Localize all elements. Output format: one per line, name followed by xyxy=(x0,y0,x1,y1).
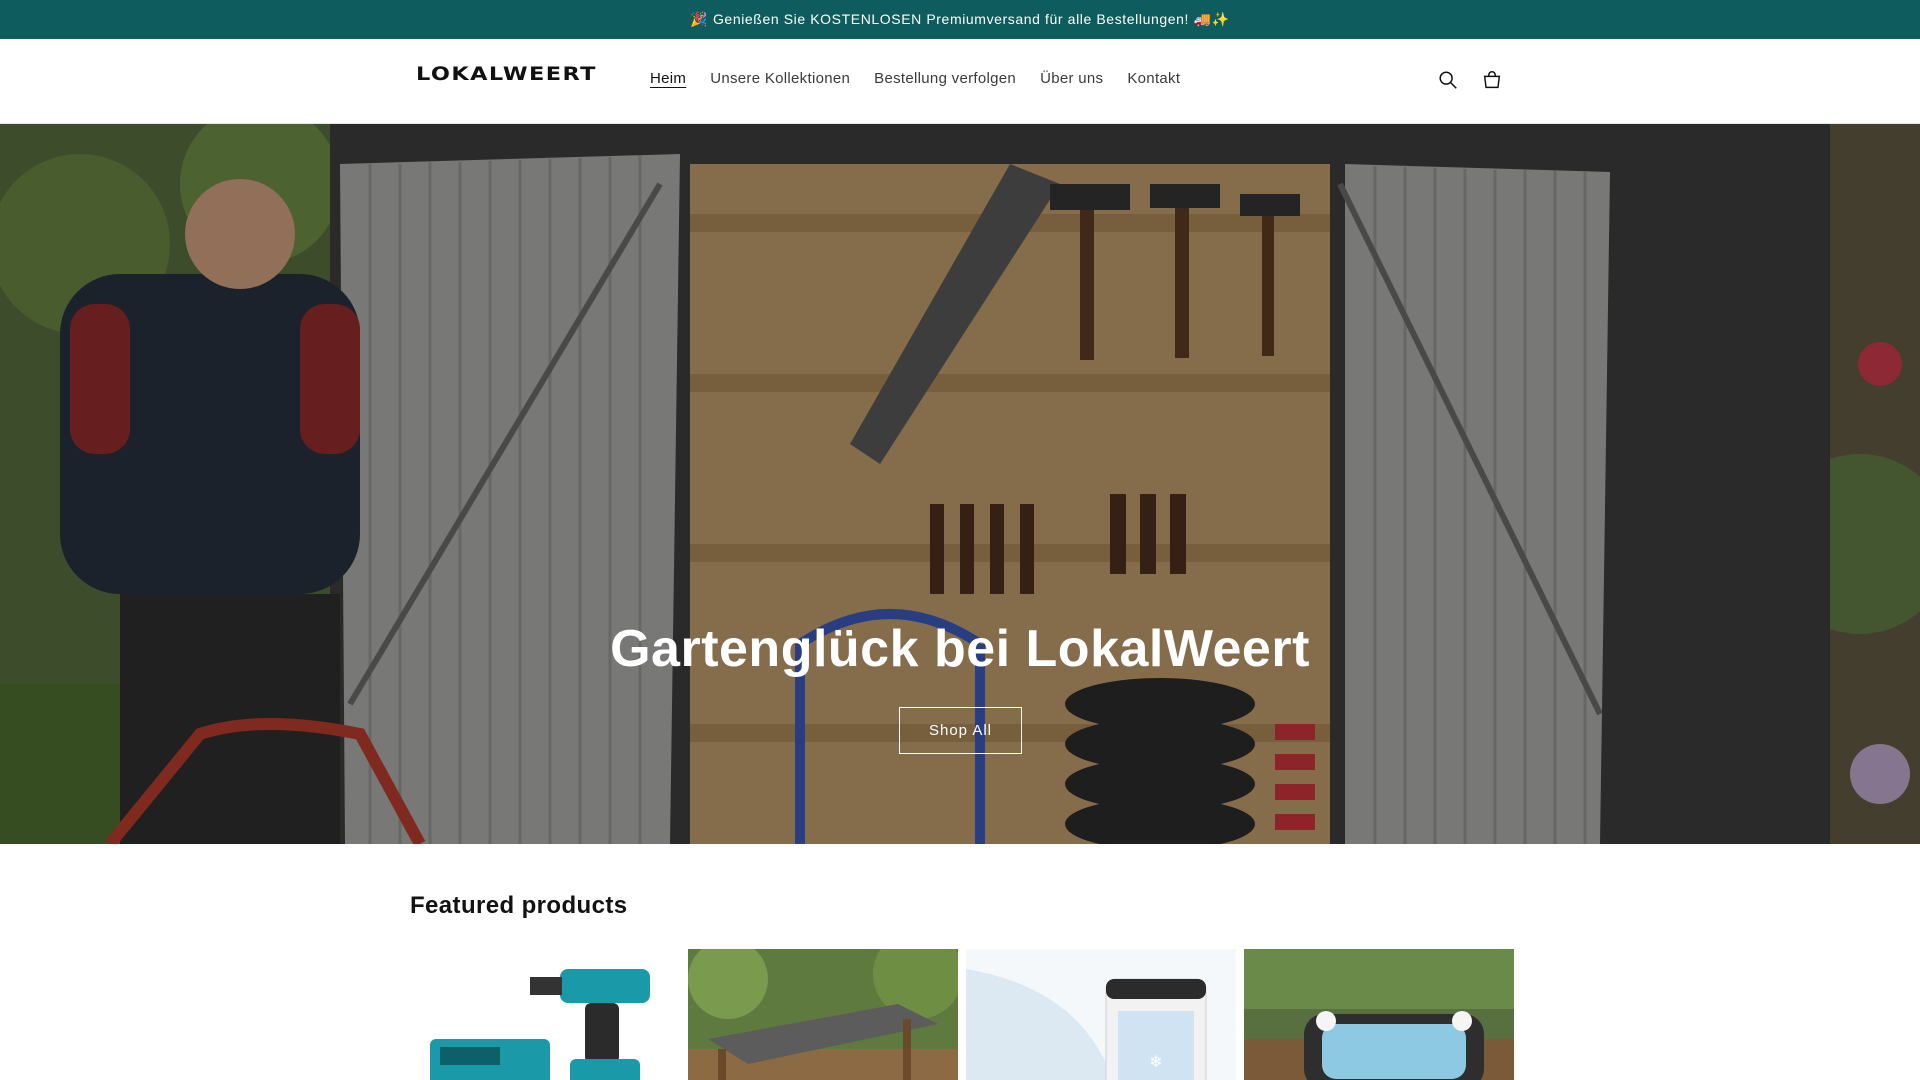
product-card-pergola[interactable] xyxy=(688,949,958,1080)
svg-text:❄: ❄ xyxy=(1149,1054,1162,1071)
main-nav: Heim Unsere Kollektionen Bestellung verf… xyxy=(650,70,1204,87)
featured-title: Featured products xyxy=(410,892,628,919)
site-logo[interactable]: LOKALWEERT xyxy=(416,63,597,85)
nav-item-heim[interactable]: Heim xyxy=(650,70,686,87)
nav-item-ueber-uns[interactable]: Über uns xyxy=(1040,70,1103,87)
nav-item-kollektionen[interactable]: Unsere Kollektionen xyxy=(710,70,850,87)
hero-banner: Gartenglück bei LokalWeert Shop All xyxy=(0,124,1920,844)
product-card-hot-tub[interactable] xyxy=(1244,949,1514,1080)
hot-tub-image xyxy=(1244,949,1514,1080)
shop-all-button[interactable]: Shop All xyxy=(899,707,1022,754)
hero-title: Gartenglück bei LokalWeert xyxy=(610,620,1310,678)
cart-icon[interactable] xyxy=(1479,67,1505,93)
product-card-drill[interactable] xyxy=(410,949,680,1080)
site-header: LOKALWEERT Heim Unsere Kollektionen Best… xyxy=(0,39,1920,124)
featured-products-section: Featured products ❄ xyxy=(0,844,1920,1080)
search-icon[interactable] xyxy=(1435,67,1461,93)
product-grid: ❄ xyxy=(410,949,1514,1080)
nav-item-bestellung-verfolgen[interactable]: Bestellung verfolgen xyxy=(874,70,1016,87)
nav-item-kontakt[interactable]: Kontakt xyxy=(1127,70,1180,87)
announcement-bar: 🎉 Genießen Sie KOSTENLOSEN Premiumversan… xyxy=(0,0,1920,39)
announcement-text: 🎉 Genießen Sie KOSTENLOSEN Premiumversan… xyxy=(690,11,1230,27)
pergola-image xyxy=(688,949,958,1080)
air-cooler-image: ❄ xyxy=(966,949,1236,1080)
drill-image xyxy=(410,949,680,1080)
product-card-air-cooler[interactable]: ❄ xyxy=(966,949,1236,1080)
